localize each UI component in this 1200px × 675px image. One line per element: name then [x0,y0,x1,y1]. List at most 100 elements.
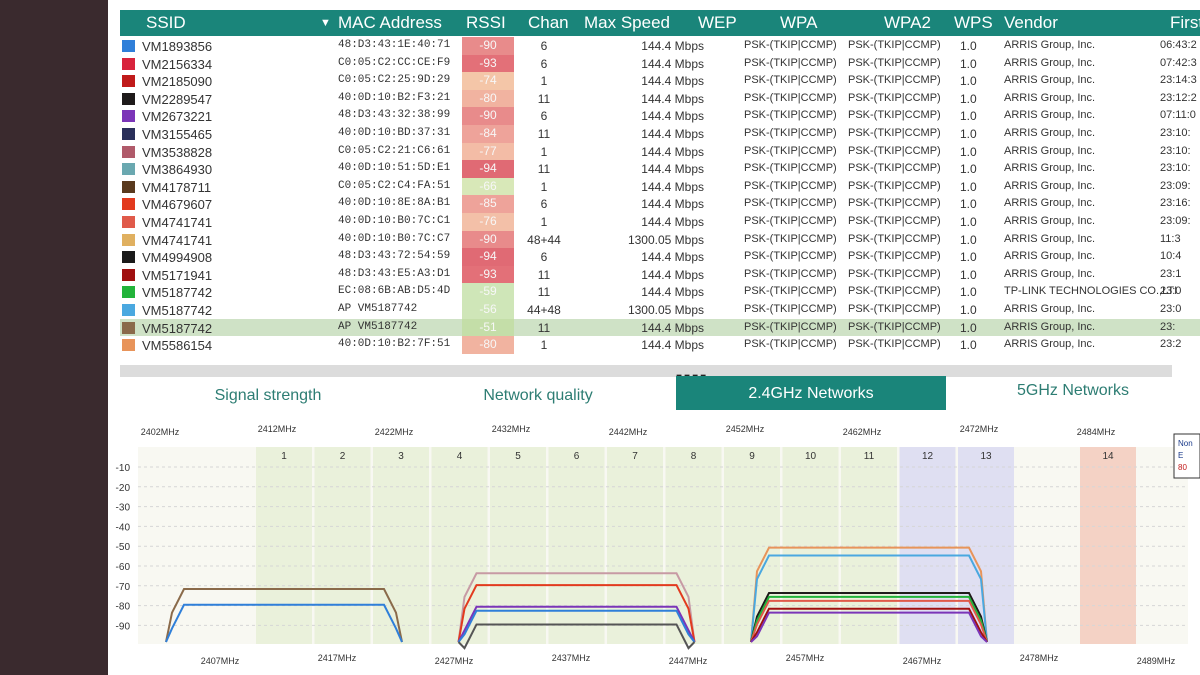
cell-speed: 144.4 Mbps [641,197,704,212]
cell-chan: 1 [540,338,548,353]
bottom-freq-label: 2489MHz [1137,656,1176,666]
cell-speed: 144.4 Mbps [641,56,704,71]
cell-wps: 1.0 [960,338,977,353]
cell-speed: 144.4 Mbps [641,39,704,53]
table-row[interactable]: VM2185090 -74 C0:05:C2:25:9D:29 1 144.4 Mbps… [120,72,1200,90]
tab-signal-strength[interactable]: Signal strength [148,376,388,410]
network-color-swatch [122,163,135,176]
cell-rssi: -56 [462,301,514,319]
network-color-swatch [122,92,135,105]
cell-first: 23:09: [1160,179,1191,192]
cell-rssi: -66 [462,177,514,196]
channel-label: 2 [340,451,346,462]
cell-first: 23:12:2 [1160,91,1197,104]
col-wpa2[interactable]: WPA2 [884,13,931,33]
cell-ssid: VM2289547 [142,91,213,107]
view-tabs: Signal strength Network quality 2.4GHz N… [108,376,1200,414]
cell-wpa: PSK-(TKIP|CCMP) [744,215,837,227]
col-wpa[interactable]: WPA [780,13,817,33]
table-row[interactable]: VM5187742 -59 EC:08:6B:AB:D5:4D 11 144.4 Mbp… [120,283,1200,301]
tab-2ghz-networks[interactable]: 2.4GHz Networks [676,376,946,410]
cell-wpa2: PSK-(TKIP|CCMP) [848,162,941,175]
cell-ssid: VM5187742 [142,285,213,301]
network-color-swatch [122,216,135,228]
cell-first: 07:11:0 [1160,109,1196,122]
cell-vendor: ARRIS Group, Inc. [1004,215,1096,227]
table-row[interactable]: VM4741741 -90 40:0D:10:B0:7C:C7 48+44 1300.0… [120,230,1200,249]
table-row[interactable]: VM4679607 -85 40:0D:10:8E:8A:B1 6 144.4 Mbps… [120,195,1200,213]
table-row[interactable]: VM4994908 -94 48:D3:43:72:54:59 6 144.4 Mbps… [120,248,1200,266]
col-vendor[interactable]: Vendor [1004,13,1058,33]
table-row[interactable]: VM3155465 -84 40:0D:10:BD:37:31 11 144.4 Mbp… [120,125,1200,143]
col-wps[interactable]: WPS [954,13,993,33]
col-chan[interactable]: Chan [528,13,569,33]
cell-vendor: ARRIS Group, Inc. [1004,39,1096,51]
col-first[interactable]: First [1170,13,1200,33]
cell-wpa2: PSK-(TKIP|CCMP) [848,179,941,192]
cell-mac: C0:05:C2:21:C6:61 [338,144,451,157]
bottom-freq-label: 2467MHz [903,656,942,666]
cell-chan: 11 [537,127,551,141]
col-wep[interactable]: WEP [698,13,737,33]
cell-wps: 1.0 [960,320,977,335]
cell-mac: AP VM5187742 [338,320,418,333]
table-row[interactable]: VM5586154 -80 40:0D:10:B2:7F:51 1 144.4 Mbps… [120,336,1200,354]
table-row[interactable]: VM5187742 -56 AP VM5187742 44+48 1300.05 Mbp… [120,301,1200,319]
cell-chan: 1 [540,179,548,194]
cell-vendor: ARRIS Group, Inc. [1004,74,1096,87]
cell-wpa2: PSK-(TKIP|CCMP) [848,197,941,210]
cell-ssid: VM4679607 [142,197,213,213]
table-row[interactable]: VM5187742 -51 AP VM5187742 11 144.4 Mbps PSK-… [120,318,1200,337]
network-color-swatch [122,57,135,70]
cell-wpa2: PSK-(TKIP|CCMP) [848,74,941,87]
top-freq-label: 2422MHz [375,427,414,437]
cell-ssid: VM2156334 [142,56,213,72]
cell-first: 23:16: [1160,197,1191,210]
table-row[interactable]: VM2289547 -80 40:0D:10:B2:F3:21 11 144.4 Mbp… [120,89,1200,108]
cell-chan: 6 [540,39,548,53]
tab-5ghz-networks[interactable]: 5GHz Networks [968,376,1178,410]
cell-mac: 40:0D:10:B2:7F:51 [338,338,451,351]
cell-wpa: PSK-(TKIP|CCMP) [744,285,837,298]
col-mac[interactable]: MAC Address [338,13,442,33]
cell-wps: 1.0 [960,215,977,229]
cell-ssid: VM3538828 [142,144,213,160]
cell-vendor: ARRIS Group, Inc. [1004,232,1096,245]
cell-wpa: PSK-(TKIP|CCMP) [744,232,837,245]
cell-rssi: -84 [462,125,514,143]
sort-desc-icon[interactable]: ▼ [320,17,331,29]
cell-first: 23:10: [1160,162,1191,175]
cell-mac: AP VM5187742 [338,303,418,315]
cell-chan: 11 [537,267,551,282]
col-ssid[interactable]: SSID [146,13,186,33]
table-row[interactable]: VM2673221 -90 48:D3:43:32:38:99 6 144.4 Mbps… [120,107,1200,125]
cell-first: 23:14:3 [1160,74,1197,87]
table-row[interactable]: VM5171941 -93 48:D3:43:E5:A3:D1 11 144.4 Mbp… [120,265,1200,284]
cell-mac: EC:08:6B:AB:D5:4D [338,285,451,298]
table-row[interactable]: VM2156334 -93 C0:05:C2:CC:CE:F9 6 144.4 Mbps… [120,54,1200,73]
cell-rssi: -76 [462,213,514,231]
cell-wpa: PSK-(TKIP|CCMP) [744,250,837,263]
cell-chan: 11 [537,162,551,177]
channel-band [314,447,371,644]
channel-label: 5 [515,451,521,462]
cell-wpa: PSK-(TKIP|CCMP) [744,197,837,210]
col-rssi[interactable]: RSSI [466,13,506,33]
cell-vendor: ARRIS Group, Inc. [1004,179,1096,192]
cell-chan: 6 [540,250,548,265]
col-speed[interactable]: Max Speed [584,13,670,33]
table-row[interactable]: VM1893856 -90 48:D3:43:1E:40:71 6 144.4 Mbps… [120,37,1200,55]
table-row[interactable]: VM3864930 -94 40:0D:10:51:5D:E1 11 144.4 Mbp… [120,160,1200,178]
table-row[interactable]: VM4178711 -66 C0:05:C2:C4:FA:51 1 144.4 Mbps… [120,177,1200,196]
channel-band [724,447,780,644]
table-row[interactable]: VM4741741 -76 40:0D:10:B0:7C:C1 1 144.4 Mbps… [120,213,1200,231]
cell-first: 11:3 [1160,232,1181,245]
cell-ssid: VM4741741 [142,215,213,230]
cell-wpa2: PSK-(TKIP|CCMP) [848,285,941,298]
tab-network-quality[interactable]: Network quality [418,376,658,410]
cell-mac: 48:D3:43:72:54:59 [338,250,451,263]
table-row[interactable]: VM3538828 -77 C0:05:C2:21:C6:61 1 144.4 Mbps… [120,142,1200,161]
channel-chart: 1 2 3 4 5 6 7 8 9 10 11 12 13 14 -10 -20 -30 -40 -50 -60 -70… [108,412,1200,675]
cell-vendor: ARRIS Group, Inc. [1004,267,1096,280]
channel-band [958,447,1014,644]
